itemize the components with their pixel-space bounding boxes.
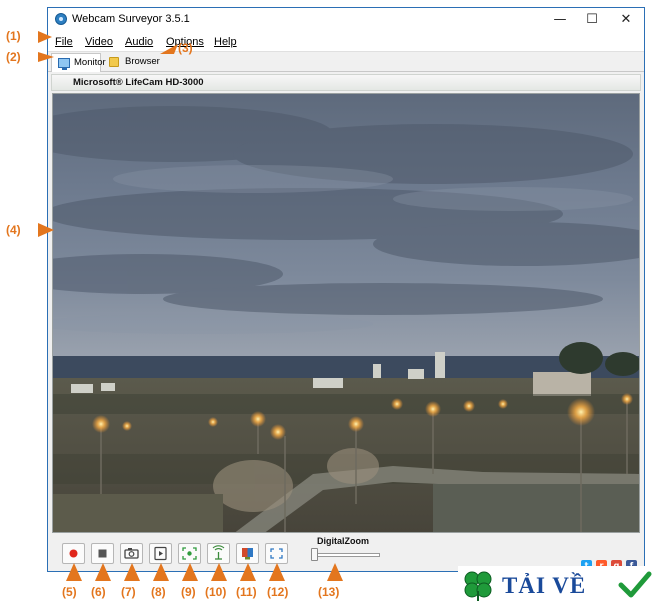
watermark-text: TẢI VỀ bbox=[502, 573, 587, 598]
clover-icon bbox=[464, 571, 492, 601]
watermark-logo: TẢI VỀ bbox=[458, 566, 658, 604]
screenshot-root: Webcam Surveyor 3.5.1 — ☐ ✕ File Video A… bbox=[0, 0, 660, 606]
callout-arrows bbox=[38, 31, 343, 581]
checkmark-icon bbox=[618, 571, 652, 598]
